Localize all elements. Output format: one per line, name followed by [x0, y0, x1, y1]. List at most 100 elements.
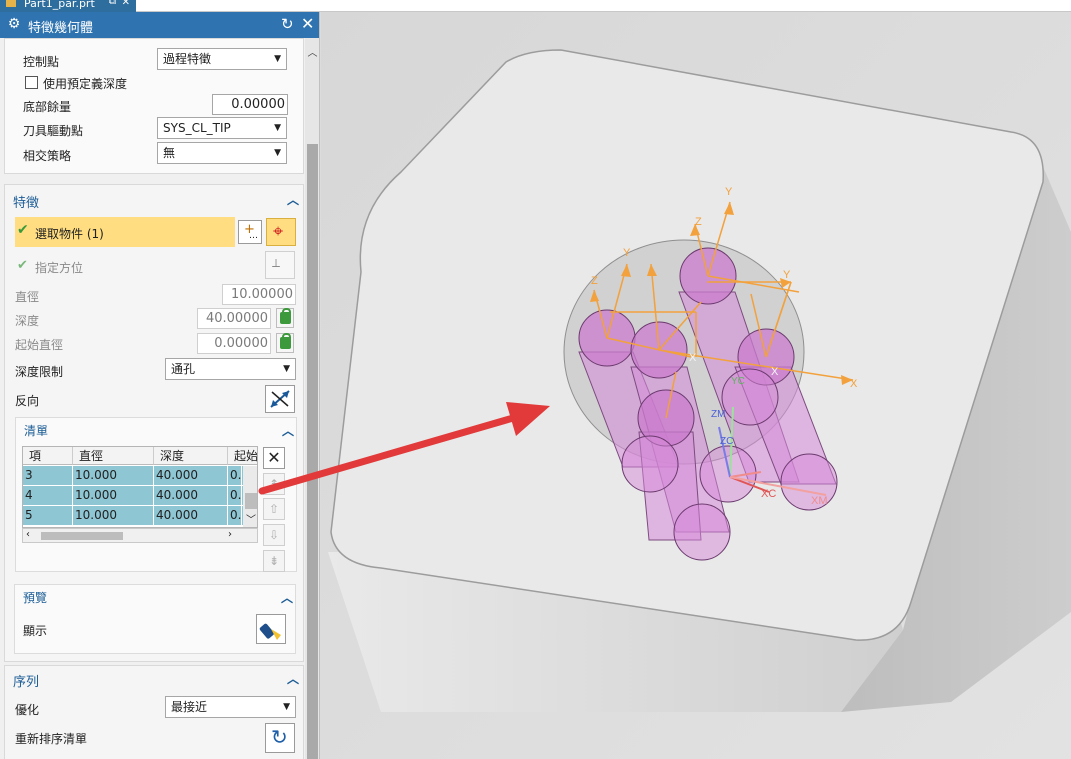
csys-label-y: Y	[725, 186, 733, 198]
dialog-title: 特徵幾何體	[28, 21, 94, 36]
ellipsis-icon: …	[249, 231, 258, 241]
control-point-label: 控制點	[23, 55, 60, 69]
hole-label-x: X	[771, 366, 779, 378]
flashlight-icon	[259, 623, 281, 640]
diameter-field[interactable]: 10.00000	[222, 284, 296, 305]
move-down-button[interactable]: ⇩	[263, 524, 285, 546]
collapse-sequence-icon[interactable]: ︿	[287, 670, 299, 687]
zm-label: ZM	[711, 409, 725, 420]
table-cell: 40.000	[154, 486, 228, 505]
hole-bottom	[673, 503, 731, 561]
point-dialog-button[interactable]: ⌖	[266, 218, 296, 246]
table-cell: 10.000	[73, 506, 154, 525]
yc-label: YC	[731, 376, 745, 387]
reorder-list-label: 重新排序清單	[15, 732, 88, 746]
depth-limit-select[interactable]: 通孔 ▼	[165, 358, 296, 380]
dialog-titlebar: ⚙ 特徵幾何體 ↻ ✕	[0, 12, 319, 38]
column-header[interactable]: 直徑	[73, 447, 154, 465]
intersect-strategy-label: 相交策略	[23, 149, 72, 163]
list-table[interactable]: 項 直徑 深度 起始 3 10.000 40.000 0. 4 10.000 4…	[22, 446, 258, 528]
check-icon: ✔	[17, 222, 29, 238]
csys-label-y: Y	[623, 247, 631, 259]
table-cell: 10.000	[73, 466, 154, 485]
table-row[interactable]: 5 10.000 40.000 0.	[23, 506, 257, 526]
table-cell: 3	[23, 466, 73, 485]
chevron-down-icon: ▼	[283, 364, 290, 374]
start-diameter-label: 起始直徑	[15, 338, 64, 352]
column-header[interactable]: 深度	[154, 447, 228, 465]
table-cell: 0.	[228, 506, 242, 525]
collapse-features-icon[interactable]: ︿	[287, 191, 299, 208]
xc-label: XC	[761, 488, 776, 500]
start-diameter-field[interactable]: 0.00000	[197, 333, 271, 354]
zc-label: ZC	[720, 436, 733, 447]
move-bottom-button[interactable]: ⇟	[263, 550, 285, 572]
collapse-preview-icon[interactable]: ︿	[281, 589, 293, 606]
table-cell: 0.	[228, 466, 242, 485]
column-header[interactable]: 項	[23, 447, 73, 465]
table-row[interactable]: 4 10.000 40.000 0.	[23, 486, 257, 506]
csys-label-z: Z	[695, 216, 702, 228]
hole-label-x: X	[689, 352, 697, 364]
chevron-down-icon: ▼	[274, 148, 281, 158]
tool-drive-point-label: 刀具驅動點	[23, 124, 84, 138]
part-file-icon	[6, 0, 16, 7]
chevron-down-icon: ▼	[283, 702, 290, 712]
control-point-select[interactable]: 過程特徵 ▼	[157, 48, 287, 70]
document-tab[interactable]: Part1_par.prt ⧉ ✕	[0, 0, 136, 12]
add-object-button[interactable]: + …	[238, 220, 262, 244]
optimize-value: 最接近	[171, 700, 208, 714]
scroll-up-icon[interactable]: ︿	[305, 44, 319, 59]
select-object-label: 選取物件 (1)	[35, 227, 104, 241]
tool-drive-point-value: SYS_CL_TIP	[163, 121, 231, 135]
refresh-icon: ↻	[271, 725, 288, 749]
tool-drive-point-select[interactable]: SYS_CL_TIP ▼	[157, 117, 287, 139]
preview-header[interactable]: 預覽	[23, 589, 47, 606]
sequence-header[interactable]: 序列	[13, 671, 39, 690]
intersect-strategy-value: 無	[163, 146, 176, 160]
table-hscroll-thumb[interactable]	[41, 532, 123, 540]
csys-dialog-button[interactable]: ⟂	[265, 251, 295, 279]
depth-limit-label: 深度限制	[15, 365, 64, 379]
features-header[interactable]: 特徵	[13, 192, 39, 211]
popout-icon[interactable]: ⧉	[109, 0, 116, 7]
csys-icon: ⟂	[272, 256, 281, 270]
reverse-label: 反向	[15, 394, 40, 408]
preview-subsection: 預覽 ︿ 顯示	[14, 584, 296, 654]
show-preview-button[interactable]	[256, 614, 286, 644]
table-cell: 5	[23, 506, 73, 525]
bottom-stock-field[interactable]: 0.00000	[212, 94, 288, 115]
chevron-left-icon[interactable]: ‹	[26, 529, 30, 540]
depth-field[interactable]: 40.00000	[197, 308, 271, 329]
xm-label: XM	[811, 495, 828, 507]
reset-icon[interactable]: ↻	[281, 15, 294, 33]
depth-limit-value: 通孔	[171, 362, 196, 376]
close-tab-icon[interactable]: ✕	[122, 0, 130, 8]
hole-bottom	[621, 435, 679, 493]
chevron-right-icon[interactable]: ›	[228, 529, 232, 540]
depth-label: 深度	[15, 314, 40, 328]
reorder-list-button[interactable]: ↻	[265, 723, 295, 753]
chevron-down-icon: ▼	[274, 54, 281, 64]
chevron-down-icon: ▼	[274, 123, 281, 133]
table-row[interactable]: 3 10.000 40.000 0.	[23, 466, 257, 486]
hole-bottom	[780, 453, 838, 511]
settings-section: 控制點 過程特徵 ▼ 使用預定義深度 底部餘量 0.00000 刀具驅動點 SYS…	[4, 38, 304, 174]
specify-orientation-label: 指定方位	[35, 261, 84, 275]
start-diameter-lock-icon[interactable]	[276, 333, 294, 353]
use-predefined-depth-label: 使用預定義深度	[43, 77, 128, 91]
control-point-value: 過程特徵	[163, 52, 212, 66]
list-header[interactable]: 清單	[24, 422, 48, 439]
use-predefined-depth-checkbox[interactable]	[25, 76, 38, 89]
close-icon[interactable]: ✕	[301, 14, 314, 33]
gear-icon: ⚙	[7, 16, 21, 32]
table-hscroll[interactable]: ‹ ›	[22, 528, 258, 543]
diameter-label: 直徑	[15, 290, 40, 304]
optimize-select[interactable]: 最接近 ▼	[165, 696, 296, 718]
select-object-row[interactable]: ✔ 選取物件 (1)	[15, 217, 235, 247]
intersect-strategy-select[interactable]: 無 ▼	[157, 142, 287, 164]
depth-lock-icon[interactable]	[276, 308, 294, 328]
chevron-down-icon[interactable]: ﹀	[246, 511, 256, 526]
optimize-label: 優化	[15, 703, 40, 717]
check-icon: ✔	[17, 258, 28, 273]
